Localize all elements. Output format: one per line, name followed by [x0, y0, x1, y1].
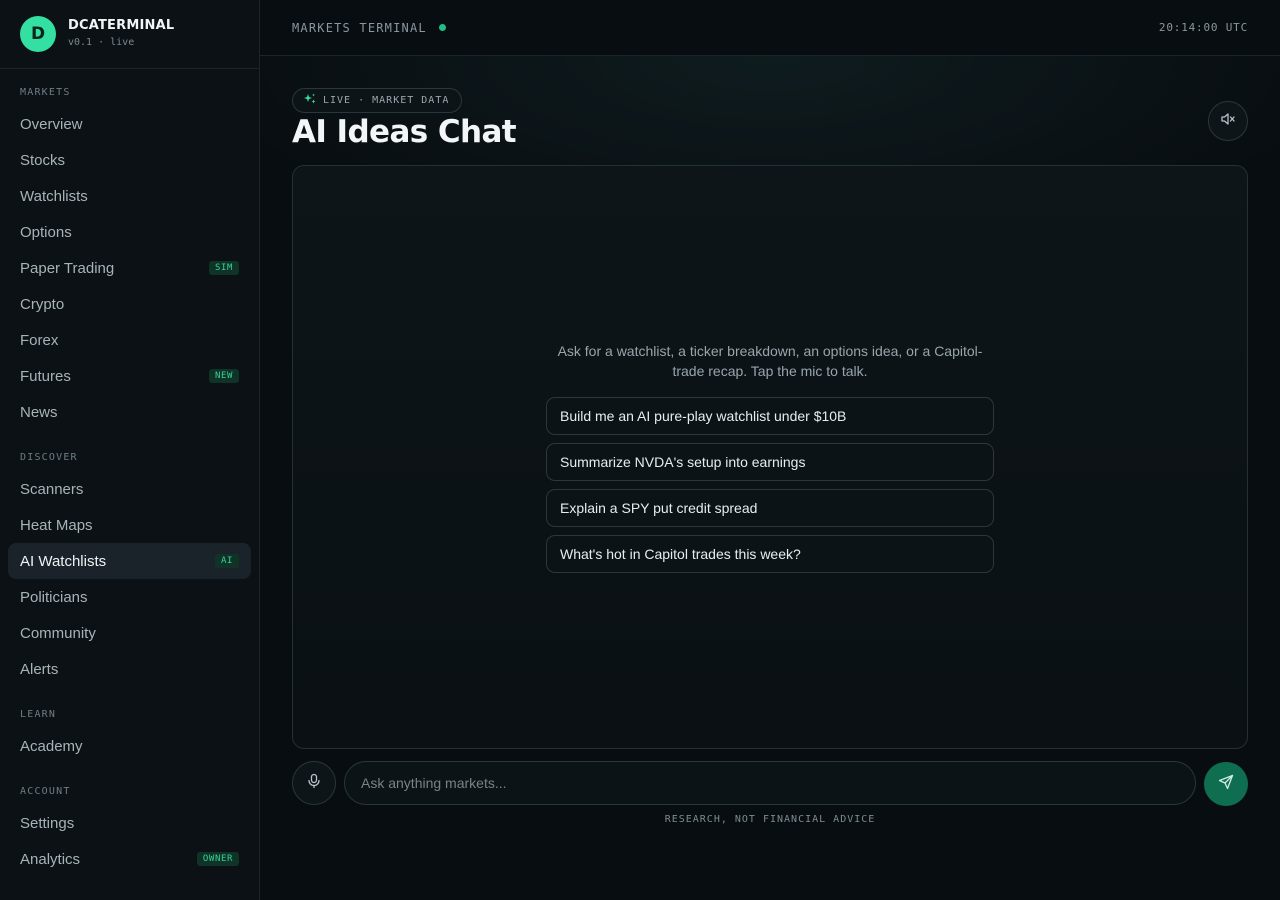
sidebar-item-politicians[interactable]: Politicians: [8, 579, 251, 615]
nav-section-discover: DISCOVER: [20, 452, 78, 463]
sidebar-item-alerts[interactable]: Alerts: [8, 651, 251, 687]
mute-button[interactable]: [1208, 101, 1248, 141]
sidebar-item-crypto[interactable]: Crypto: [8, 286, 251, 322]
sidebar-item-label: Community: [20, 624, 96, 642]
suggestion-button[interactable]: Summarize NVDA's setup into earnings: [546, 443, 994, 481]
sim-badge: SIM: [208, 261, 239, 275]
mic-button[interactable]: [292, 761, 336, 805]
nav-section-account: ACCOUNT: [20, 786, 71, 797]
sidebar-item-news[interactable]: News: [8, 394, 251, 430]
sidebar-item-options[interactable]: Options: [8, 214, 251, 250]
sidebar-item-overview[interactable]: Overview: [8, 106, 251, 142]
chat-panel: Ask for a watchlist, a ticker breakdown,…: [292, 165, 1248, 749]
chat-input[interactable]: [344, 761, 1196, 805]
sidebar-item-label: Analytics: [20, 850, 81, 868]
sidebar-item-label: Forex: [20, 331, 59, 349]
sidebar-item-community[interactable]: Community: [8, 615, 251, 651]
nav-section-markets: MARKETS: [20, 87, 71, 98]
topbar-title: MARKETS TERMINAL: [292, 20, 427, 35]
brand-logo[interactable]: D: [20, 16, 56, 52]
page-title: AI Ideas Chat: [292, 114, 517, 150]
sidebar-item-label: Paper Trading: [20, 259, 115, 277]
clock: 20:14:00 UTC: [1158, 21, 1248, 34]
speaker-muted-icon: [1220, 111, 1236, 132]
chat-intro-text: Ask for a watchlist, a ticker breakdown,…: [557, 343, 983, 379]
sidebar-item-label: Stocks: [20, 151, 66, 169]
sidebar-item-label: AI Watchlists: [20, 552, 107, 570]
sidebar-item-label: Settings: [20, 814, 75, 832]
live-status-dot: [438, 24, 446, 31]
send-icon: [1218, 774, 1234, 795]
main-content: LIVE · MARKET DATA AI Ideas Chat Ask for…: [260, 56, 1280, 900]
sidebar-item-analytics[interactable]: Analytics OWNER: [8, 841, 251, 877]
brand: D DCATERMINAL v0.1 · live: [0, 0, 259, 69]
sidebar: D DCATERMINAL v0.1 · live MARKETS Overvi…: [0, 0, 260, 900]
pill-label: LIVE · MARKET DATA: [323, 95, 450, 106]
sidebar-item-stocks[interactable]: Stocks: [8, 142, 251, 178]
suggestion-button[interactable]: Explain a SPY put credit spread: [546, 489, 994, 527]
sidebar-item-label: Academy: [20, 737, 83, 755]
sidebar-item-label: Scanners: [20, 480, 84, 498]
send-button[interactable]: [1204, 762, 1248, 806]
sidebar-item-watchlists[interactable]: Watchlists: [8, 178, 251, 214]
sidebar-item-label: Alerts: [20, 660, 59, 678]
sidebar-item-scanners[interactable]: Scanners: [8, 471, 251, 507]
suggestion-button[interactable]: What's hot in Capitol trades this week?: [546, 535, 994, 573]
sidebar-item-label: Options: [20, 223, 72, 241]
ai-badge: AI: [214, 554, 239, 568]
sidebar-item-label: Watchlists: [20, 187, 88, 205]
suggestion-button[interactable]: Build me an AI pure-play watchlist under…: [546, 397, 994, 435]
brand-name: DCATERMINAL: [68, 18, 175, 33]
sidebar-item-forex[interactable]: Forex: [8, 322, 251, 358]
sidebar-item-academy[interactable]: Academy: [8, 728, 251, 764]
owner-badge: OWNER: [196, 852, 239, 866]
sidebar-item-ai-watchlists[interactable]: AI Watchlists AI: [8, 543, 251, 579]
disclaimer: RESEARCH, NOT FINANCIAL ADVICE: [664, 814, 876, 825]
nav-section-learn: LEARN: [20, 709, 57, 720]
sidebar-item-label: News: [20, 403, 58, 421]
microphone-icon: [306, 773, 322, 794]
sidebar-item-label: Crypto: [20, 295, 65, 313]
sidebar-item-label: Heat Maps: [20, 516, 93, 534]
sparkle-icon: [304, 92, 316, 110]
sidebar-item-paper-trading[interactable]: Paper Trading SIM: [8, 250, 251, 286]
sidebar-item-heat-maps[interactable]: Heat Maps: [8, 507, 251, 543]
sidebar-item-label: Overview: [20, 115, 83, 133]
new-badge: NEW: [208, 369, 239, 383]
brand-version: v0.1 · live: [68, 37, 135, 48]
sidebar-item-label: Futures: [20, 367, 71, 385]
sidebar-item-futures[interactable]: Futures NEW: [8, 358, 251, 394]
topbar: MARKETS TERMINAL 20:14:00 UTC: [260, 0, 1280, 56]
sidebar-item-settings[interactable]: Settings: [8, 805, 251, 841]
sidebar-item-label: Politicians: [20, 588, 88, 606]
live-market-data-pill: LIVE · MARKET DATA: [292, 88, 463, 113]
